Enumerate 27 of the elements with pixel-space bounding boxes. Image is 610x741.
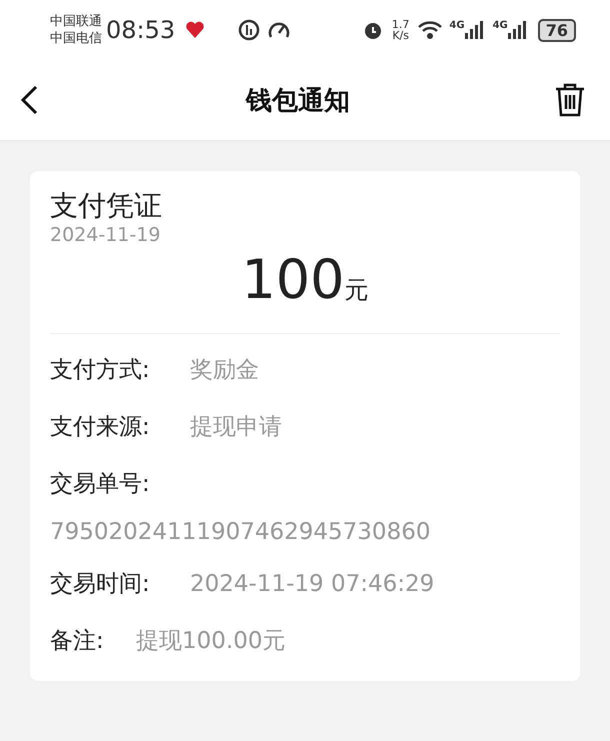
network-type: 4G (449, 20, 465, 31)
field-value: 提现100.00元 (136, 627, 286, 656)
field-label: 交易单号: (50, 470, 151, 499)
speed-value: 1.7 (392, 19, 410, 30)
speed-unit: K/s (392, 30, 409, 41)
trash-icon[interactable] (554, 82, 586, 118)
voucher-title: 支付凭证 (50, 189, 163, 223)
battery-level: 76 (538, 18, 576, 42)
field-label: 支付来源: (50, 413, 151, 442)
amount: 100 (241, 248, 345, 311)
heart-icon (185, 20, 206, 40)
carrier-name: 中国联通 (50, 13, 102, 30)
field-label: 交易时间: (50, 570, 151, 599)
currency-unit: 元 (344, 276, 369, 304)
field-value: 奖励金 (190, 356, 259, 385)
field-value: 提现申请 (190, 413, 282, 442)
page-title: 钱包通知 (246, 84, 350, 118)
carrier-name: 中国电信 (50, 30, 102, 47)
field-label: 支付方式: (50, 356, 151, 385)
wifi-icon (417, 20, 444, 40)
field-label: 备注: (50, 627, 105, 656)
field-value: 79502024111907462945730860 (50, 518, 432, 547)
network-type: 4G (492, 20, 508, 31)
clock-time: 08:53 (106, 16, 176, 44)
field-value: 2024-11-19 07:46:29 (190, 570, 434, 599)
voucher-date: 2024-11-19 (50, 223, 162, 247)
data-saver-icon (237, 18, 262, 42)
